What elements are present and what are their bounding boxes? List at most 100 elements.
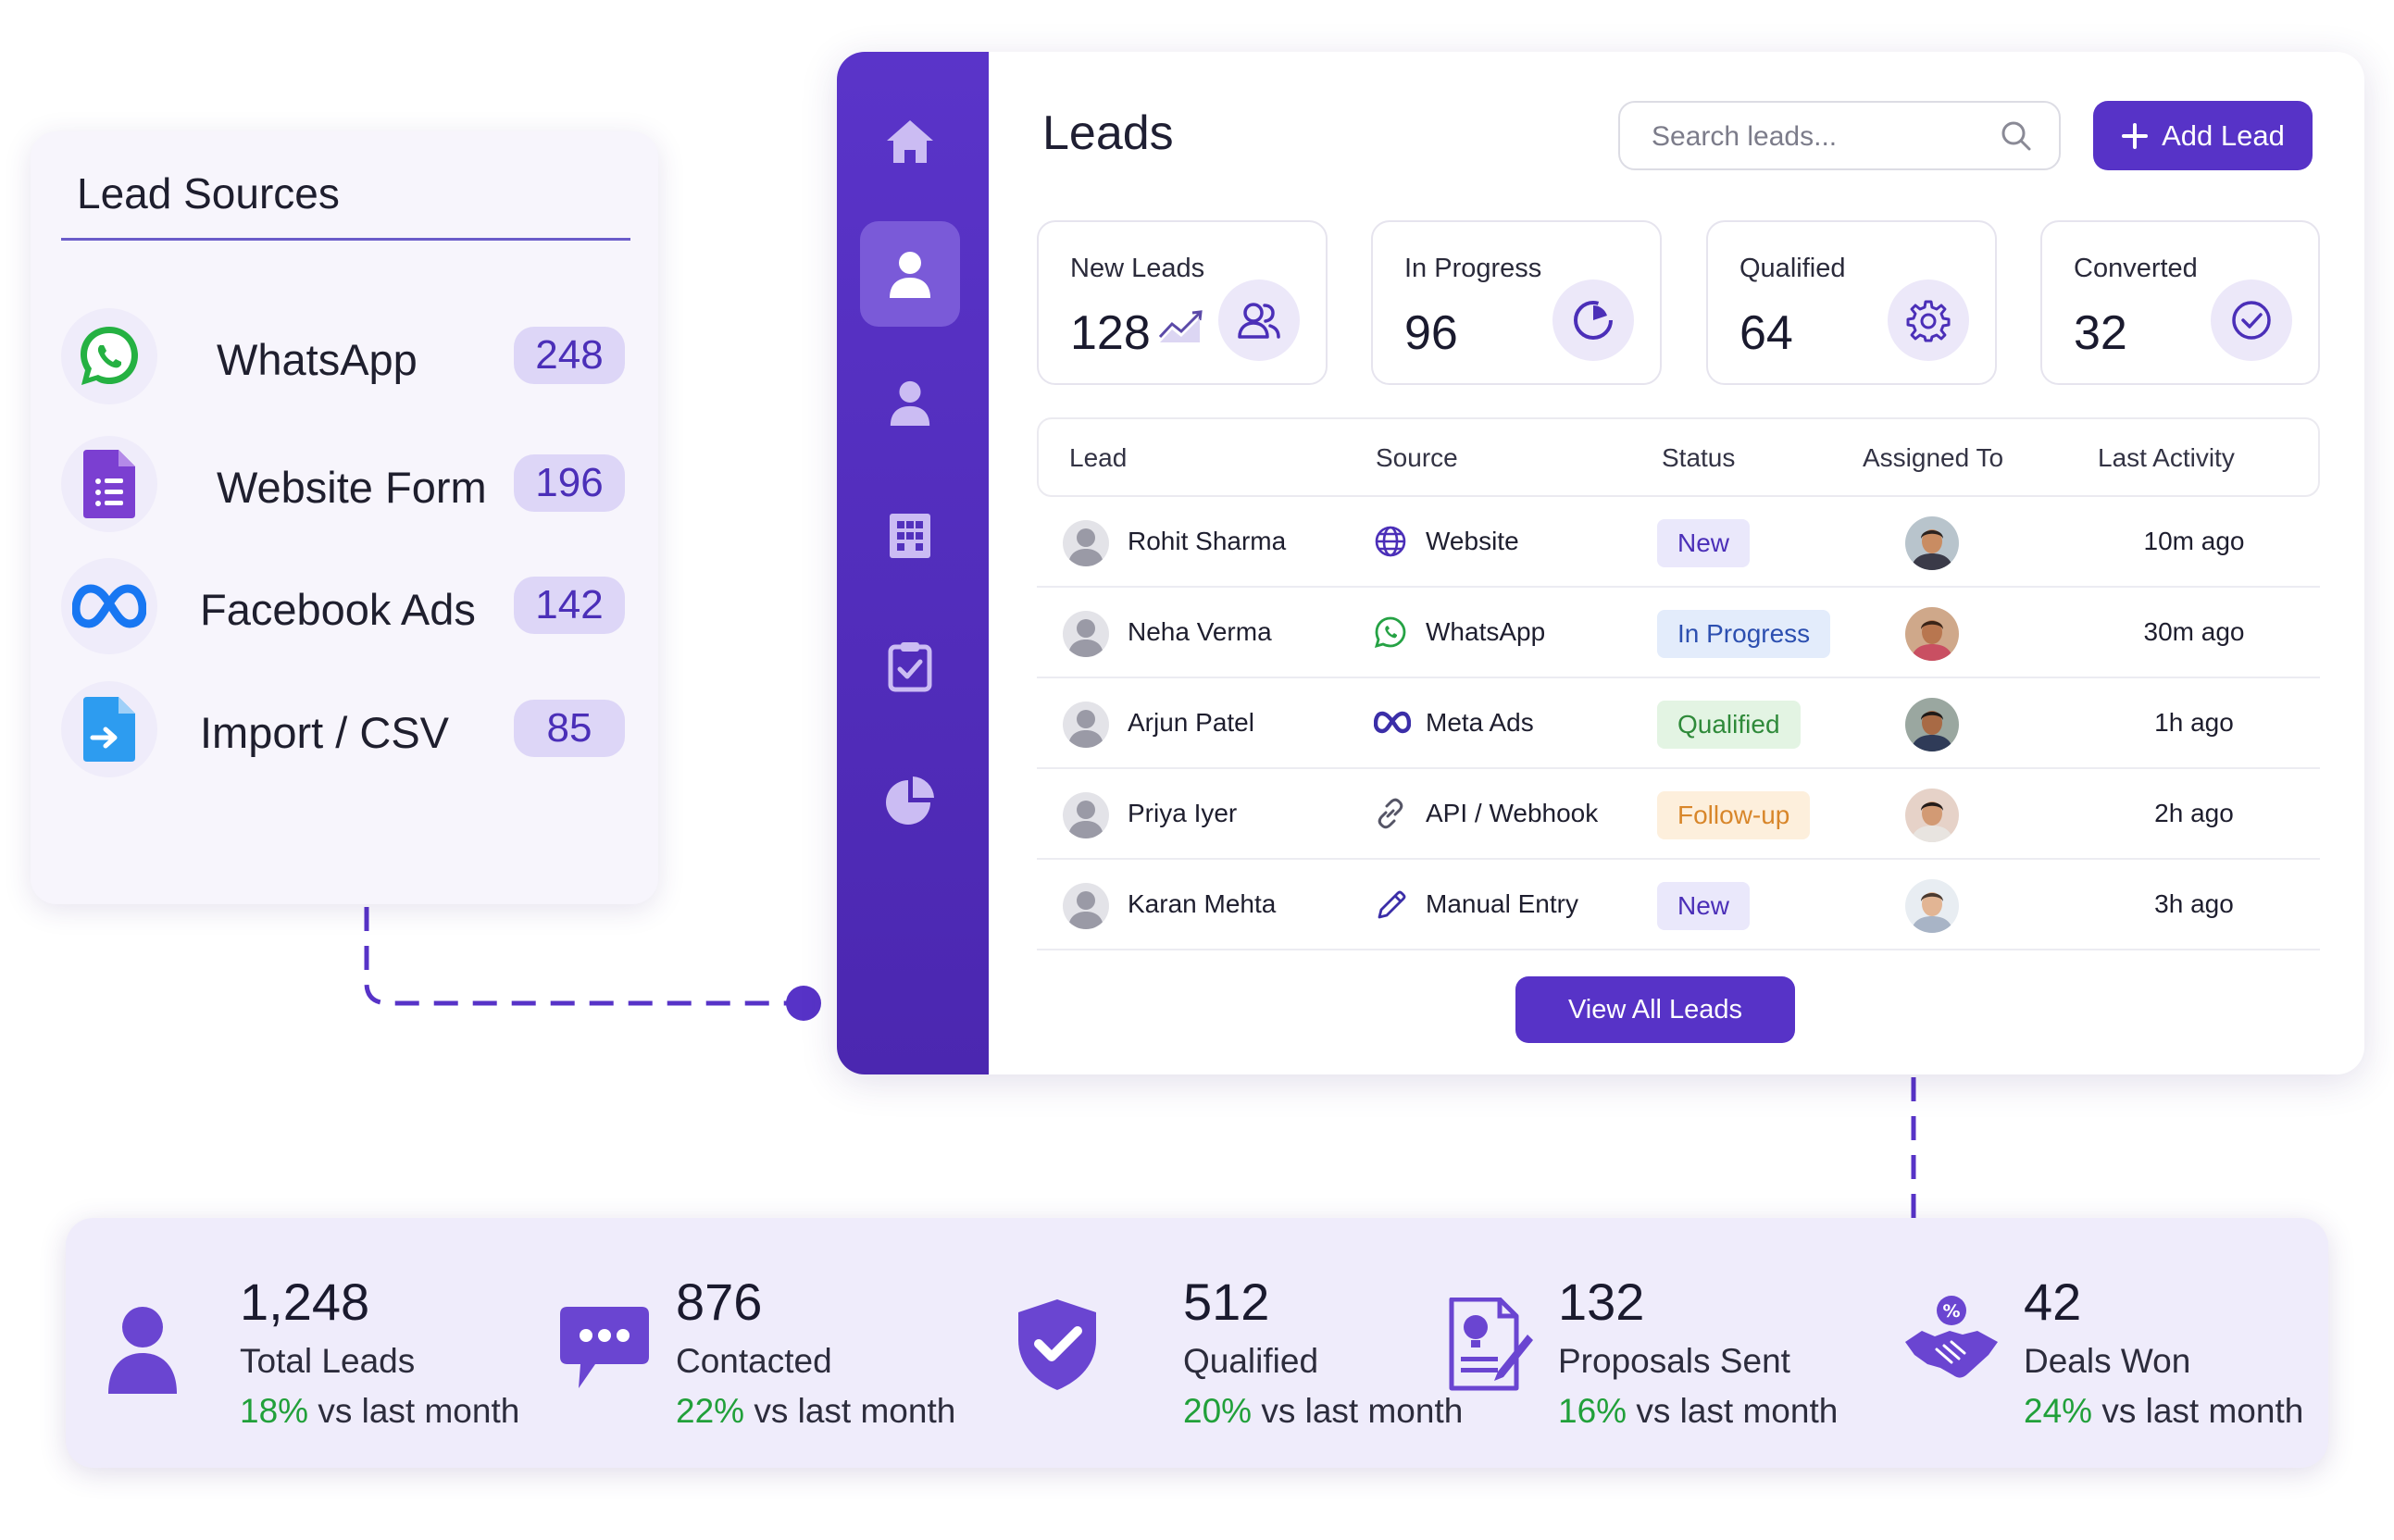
- last-activity: 10m ago: [2143, 527, 2245, 555]
- source-label: Website Form: [217, 463, 487, 512]
- progress-icon: [1552, 279, 1634, 361]
- kpi-delta-suffix: vs last month: [1261, 1392, 1464, 1430]
- status-badge: Follow-up: [1657, 791, 1811, 839]
- sidebar-item-contacts[interactable]: [860, 350, 960, 455]
- assignee-avatar[interactable]: [1905, 879, 1959, 933]
- connector-dot: [786, 986, 821, 1021]
- kpi-value: 876: [676, 1273, 763, 1331]
- stat-label: New Leads: [1070, 254, 1205, 283]
- sidebar-item-leads[interactable]: [860, 221, 960, 327]
- last-activity: 3h ago: [2154, 889, 2234, 918]
- avatar-placeholder-icon: [1063, 702, 1109, 748]
- person-icon: [108, 1307, 177, 1394]
- lead-name[interactable]: Arjun Patel: [1128, 708, 1254, 738]
- kpi-delta: 16% vs last month: [1558, 1392, 1838, 1431]
- lead-name[interactable]: Karan Mehta: [1128, 889, 1276, 919]
- add-lead-button[interactable]: Add Lead: [2093, 101, 2313, 170]
- globe-icon: [1375, 526, 1406, 557]
- add-lead-label: Add Lead: [2162, 118, 2285, 152]
- view-all-leads-button[interactable]: View All Leads: [1515, 976, 1795, 1043]
- stat-value: 64: [1739, 306, 1793, 360]
- kpi-label: Proposals Sent: [1558, 1342, 1790, 1380]
- status-badge: In Progress: [1657, 610, 1831, 658]
- kpi-delta-suffix: vs last month: [318, 1392, 520, 1430]
- lead-name[interactable]: Neha Verma: [1128, 617, 1272, 647]
- kpi-label: Deals Won: [2024, 1342, 2191, 1380]
- users-icon: [1218, 279, 1300, 361]
- assignee-avatar[interactable]: [1905, 516, 1959, 570]
- column-status[interactable]: Status: [1662, 443, 1735, 473]
- stat-card-converted[interactable]: Converted 32: [2040, 220, 2320, 385]
- link-icon: [1378, 798, 1403, 829]
- sidebar-item-reports[interactable]: [860, 748, 960, 853]
- shield-check-icon: [1018, 1299, 1096, 1390]
- table-row[interactable]: Priya Iyer API / Webhook Follow-up 2h ago: [1037, 769, 2320, 860]
- sidebar-item-home[interactable]: [860, 89, 960, 194]
- assignee-avatar[interactable]: [1905, 789, 1959, 842]
- column-last-activity[interactable]: Last Activity: [2098, 443, 2235, 473]
- source-label: WhatsApp: [217, 335, 418, 384]
- svg-text:%: %: [1942, 1301, 1960, 1322]
- lead-source: API / Webhook: [1426, 799, 1599, 827]
- meta-icon: [1374, 711, 1411, 734]
- sidebar-item-tasks[interactable]: [860, 614, 960, 719]
- stat-card-qualified[interactable]: Qualified 64: [1706, 220, 1997, 385]
- kpi-value: 132: [1558, 1273, 1645, 1331]
- divider: [61, 238, 630, 241]
- lead-name[interactable]: Priya Iyer: [1128, 799, 1237, 828]
- source-count: 85: [514, 700, 625, 757]
- gear-icon: [1888, 279, 1969, 361]
- status-badge: New: [1657, 519, 1751, 567]
- last-activity: 2h ago: [2154, 799, 2234, 827]
- last-activity: 1h ago: [2154, 708, 2234, 737]
- kpi-delta: 24% vs last month: [2024, 1392, 2303, 1431]
- kpi-label: Qualified: [1183, 1342, 1319, 1380]
- table-row[interactable]: Karan Mehta Manual Entry New 3h ago: [1037, 860, 2320, 950]
- table-header: Lead Source Status Assigned To Last Acti…: [1037, 417, 2320, 497]
- sidebar-item-companies[interactable]: [860, 483, 960, 589]
- page-title: Leads: [1042, 106, 1174, 160]
- kpi-delta: 20% vs last month: [1183, 1392, 1463, 1431]
- avatar-placeholder-icon: [1063, 520, 1109, 566]
- column-source[interactable]: Source: [1376, 443, 1458, 473]
- stat-label: Qualified: [1739, 254, 1846, 283]
- import-file-icon: [61, 681, 157, 777]
- last-activity: 30m ago: [2143, 617, 2245, 646]
- handshake-icon: %: [1905, 1296, 1998, 1378]
- lead-sources-title: Lead Sources: [77, 169, 340, 217]
- source-item-import-csv[interactable]: Import / CSV 85: [61, 681, 625, 777]
- column-assigned-to[interactable]: Assigned To: [1863, 443, 2003, 473]
- assignee-avatar[interactable]: [1905, 607, 1959, 661]
- whatsapp-icon: [1374, 616, 1406, 649]
- search-input[interactable]: Search leads...: [1618, 101, 2061, 170]
- table-row[interactable]: Neha Verma WhatsApp In Progress 30m ago: [1037, 588, 2320, 678]
- source-item-website-form[interactable]: Website Form 196: [61, 436, 625, 532]
- source-item-whatsapp[interactable]: WhatsApp 248: [61, 308, 625, 404]
- lead-source: Manual Entry: [1426, 889, 1578, 918]
- stat-value: 32: [2074, 306, 2127, 360]
- source-item-facebook-ads[interactable]: Facebook Ads 142: [61, 558, 625, 654]
- sidebar: [837, 52, 989, 1074]
- stat-card-new-leads[interactable]: New Leads 128: [1037, 220, 1328, 385]
- meta-icon: [61, 558, 157, 654]
- search-icon: [2001, 121, 2031, 151]
- trend-up-icon: [1158, 310, 1203, 342]
- proposal-doc-icon: [1449, 1298, 1533, 1391]
- column-lead[interactable]: Lead: [1069, 443, 1127, 473]
- stat-label: Converted: [2074, 254, 2198, 283]
- whatsapp-icon: [61, 308, 157, 404]
- lead-source: Website: [1426, 527, 1519, 555]
- assignee-avatar[interactable]: [1905, 698, 1959, 751]
- source-count: 142: [514, 577, 625, 634]
- lead-source: Meta Ads: [1426, 708, 1534, 737]
- lead-name[interactable]: Rohit Sharma: [1128, 527, 1286, 556]
- stat-card-in-progress[interactable]: In Progress 96: [1371, 220, 1662, 385]
- kpi-value: 42: [2024, 1273, 2082, 1331]
- table-row[interactable]: Arjun Patel Meta Ads Qualified 1h ago: [1037, 678, 2320, 769]
- status-badge: Qualified: [1657, 701, 1801, 749]
- search-placeholder: Search leads...: [1652, 121, 1838, 152]
- stat-label: In Progress: [1404, 254, 1542, 283]
- kpi-delta-suffix: vs last month: [754, 1392, 956, 1430]
- table-row[interactable]: Rohit Sharma Website New 10m ago: [1037, 497, 2320, 588]
- plus-icon: [2122, 122, 2149, 149]
